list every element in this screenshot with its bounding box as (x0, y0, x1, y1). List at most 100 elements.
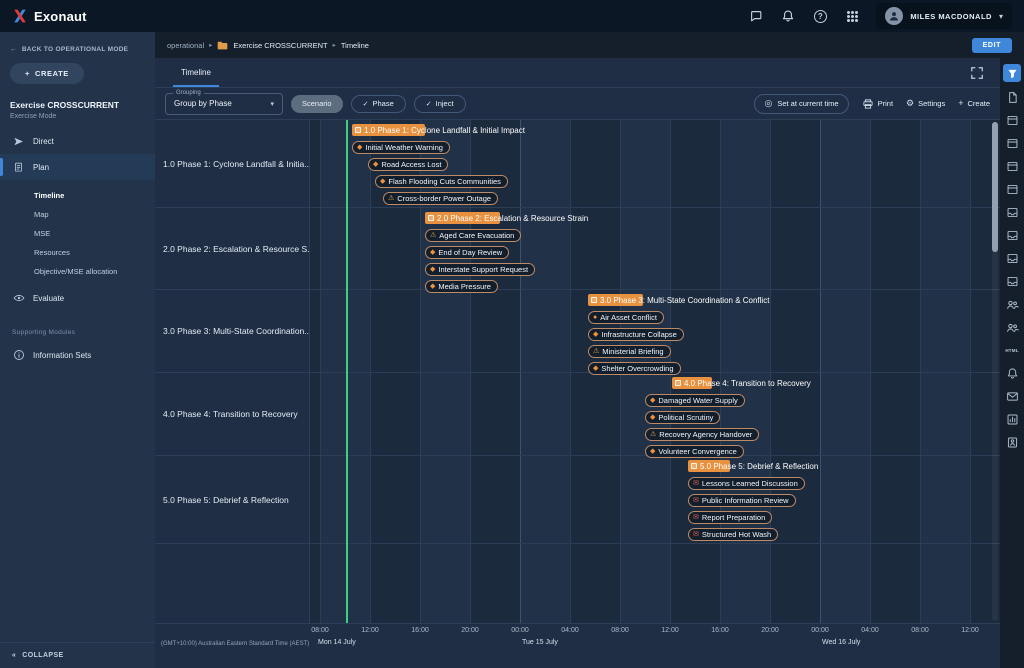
print-button[interactable]: Print (862, 98, 893, 110)
inject-chip[interactable]: ✉Structured Hot Wash (688, 528, 778, 541)
sidebar-item-mse[interactable]: MSE (0, 224, 155, 243)
axis-time-label: 16:00 (411, 627, 429, 634)
warning-icon: ⚠ (650, 431, 656, 438)
chart-icon[interactable] (1004, 411, 1020, 427)
sidebar-item-direct[interactable]: Direct (0, 128, 155, 154)
sidebar-item-information-sets[interactable]: Information Sets (0, 342, 155, 368)
inject-chip[interactable]: ⚠Cross-border Power Outage (383, 192, 498, 205)
avatar (885, 7, 903, 25)
axis-time-label: 04:00 (861, 627, 879, 634)
sidebar-item-map[interactable]: Map (0, 205, 155, 224)
inject-chip[interactable]: ✉Public Information Review (688, 494, 796, 507)
layers-icon[interactable] (1004, 273, 1020, 289)
breadcrumb-exercise[interactable]: Exercise CROSSCURRENT (233, 41, 327, 50)
sidebar-item-evaluate[interactable]: Evaluate (0, 285, 155, 311)
sidebar-item-resources[interactable]: Resources (0, 243, 155, 262)
mail-icon: ✉ (693, 497, 699, 504)
document-icon[interactable] (1004, 89, 1020, 105)
tab-bar: Timeline (155, 58, 1000, 88)
axis-time-label: 08:00 (611, 627, 629, 634)
layers-icon[interactable] (1004, 227, 1020, 243)
users-icon[interactable] (1004, 296, 1020, 312)
sidebar-item-plan[interactable]: Plan (0, 154, 155, 180)
axis-day-label: Wed 16 July (822, 639, 860, 646)
user-menu[interactable]: MILES MACDONALD ▾ (876, 3, 1012, 29)
inject-label: Political Scrutiny (658, 413, 713, 422)
axis-time-label: 16:00 (711, 627, 729, 634)
back-to-operational-mode[interactable]: ← BACK TO OPERATIONAL MODE (0, 32, 155, 53)
inject-chip[interactable]: ✉Lessons Learned Discussion (688, 477, 805, 490)
filter-chip-phase[interactable]: ✓ Phase (351, 95, 406, 113)
inject-chip[interactable]: ◆Interstate Support Request (425, 263, 535, 276)
settings-button[interactable]: ⚙ Settings (906, 99, 945, 108)
inject-label: Infrastructure Collapse (601, 330, 676, 339)
filter-icon[interactable] (1003, 64, 1021, 82)
check-icon: ✓ (426, 100, 432, 108)
contact-card-icon[interactable] (1004, 434, 1020, 450)
grouping-select[interactable]: Grouping Group by Phase ▾ (165, 93, 283, 115)
panel-icon[interactable] (1004, 135, 1020, 151)
inject-chip[interactable]: ◆Damaged Water Supply (645, 394, 745, 407)
right-rail: HTML (1000, 62, 1024, 668)
inject-chip[interactable]: ◆Road Access Lost (368, 158, 448, 171)
sidebar-item-timeline[interactable]: Timeline (0, 186, 155, 205)
help-icon[interactable]: ? (812, 8, 828, 24)
collapse-button[interactable]: « COLLAPSE (0, 642, 155, 668)
layers-icon[interactable] (1004, 250, 1020, 266)
phase-icon (691, 463, 697, 469)
inject-chip[interactable]: ◆Political Scrutiny (645, 411, 720, 424)
gantt: 1.0 Phase 1: Cyclone Landfall & Initia..… (155, 120, 1000, 623)
gantt-group-label: 5.0 Phase 5: Debrief & Reflection (155, 456, 309, 544)
apps-grid-icon[interactable] (844, 8, 860, 24)
inject-chip[interactable]: ⚠Ministerial Briefing (588, 345, 671, 358)
evaluate-label: Evaluate (33, 294, 64, 303)
inject-chip[interactable]: ◆Volunteer Convergence (645, 445, 744, 458)
chat-icon[interactable] (748, 8, 764, 24)
toolbar-actions: ◎ Set at current time Print ⚙ Settings +… (754, 94, 990, 114)
axis-time-label: 04:00 (561, 627, 579, 634)
inject-chip[interactable]: ◆Shelter Overcrowding (588, 362, 681, 375)
filter-chip-scenario[interactable]: Scenario (291, 95, 343, 113)
notifications-bell-icon[interactable] (780, 8, 796, 24)
fullscreen-icon[interactable] (970, 66, 984, 80)
inject-chip[interactable]: ◆End of Day Review (425, 246, 509, 259)
layers-icon[interactable] (1004, 204, 1020, 220)
html-icon[interactable]: HTML (1004, 342, 1020, 358)
inject-chip[interactable]: ⚠Aged Care Evacuation (425, 229, 521, 242)
check-icon: ✓ (363, 100, 369, 108)
bell-icon[interactable] (1004, 365, 1020, 381)
create-button[interactable]: + Create (958, 99, 990, 108)
gantt-plot[interactable]: 1.0 Phase 1: Cyclone Landfall & Initial … (310, 120, 1000, 623)
inject-chip[interactable]: ●Air Asset Conflict (588, 311, 664, 324)
scrollbar-thumb[interactable] (992, 122, 998, 252)
breadcrumb-operational[interactable]: operational (167, 41, 204, 50)
inject-label: Recovery Agency Handover (659, 430, 752, 439)
inject-label: Air Asset Conflict (600, 313, 657, 322)
inject-chip[interactable]: ◆Infrastructure Collapse (588, 328, 684, 341)
circle-icon: ● (593, 314, 597, 321)
exonaut-logo[interactable]: Exonaut (12, 8, 87, 24)
tab-timeline[interactable]: Timeline (159, 58, 233, 87)
inject-chip[interactable]: ◆Flash Flooding Cuts Communities (375, 175, 508, 188)
edit-button[interactable]: EDIT (972, 38, 1012, 53)
inject-chip[interactable]: ✉Report Preparation (688, 511, 772, 524)
set-at-current-time-button[interactable]: ◎ Set at current time (754, 94, 848, 114)
left-sidebar: ← BACK TO OPERATIONAL MODE + CREATE Exer… (0, 32, 155, 668)
diamond-icon: ◆ (430, 266, 435, 273)
filter-chip-inject[interactable]: ✓ Inject (414, 95, 466, 113)
row-divider (310, 543, 1000, 544)
inject-chip[interactable]: ⚠Recovery Agency Handover (645, 428, 759, 441)
axis-time-label: 00:00 (811, 627, 829, 634)
inject-chip[interactable]: ◆Media Pressure (425, 280, 498, 293)
inject-chip[interactable]: ◆Initial Weather Warning (352, 141, 450, 154)
users-icon[interactable] (1004, 319, 1020, 335)
axis-time-label: 08:00 (911, 627, 929, 634)
direct-label: Direct (33, 137, 54, 146)
mail-icon[interactable] (1004, 388, 1020, 404)
panel-icon[interactable] (1004, 158, 1020, 174)
warning-icon: ⚠ (593, 348, 599, 355)
panel-icon[interactable] (1004, 112, 1020, 128)
sidebar-create-button[interactable]: + CREATE (10, 63, 84, 84)
panel-icon[interactable] (1004, 181, 1020, 197)
sidebar-item-objective-mse-allocation[interactable]: Objective/MSE allocation (0, 262, 155, 281)
